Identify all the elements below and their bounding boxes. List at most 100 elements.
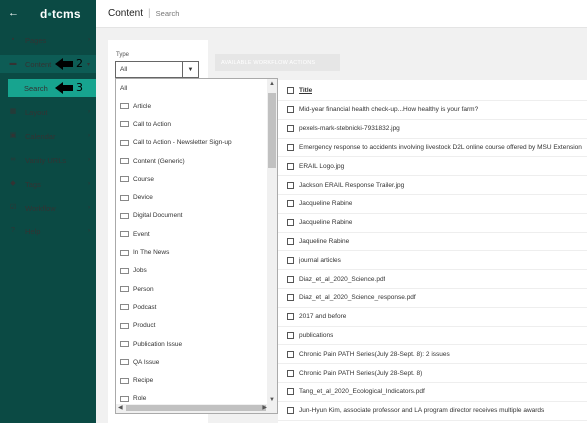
dropdown-option-label: Course <box>133 175 154 183</box>
row-checkbox[interactable] <box>287 294 294 302</box>
dropdown-option[interactable]: QA Issue <box>116 353 277 371</box>
dropdown-option[interactable]: Call to Action - Newsletter Sign-up <box>116 134 277 152</box>
dropdown-option[interactable]: Recipe <box>116 371 277 389</box>
row-checkbox[interactable] <box>287 275 294 283</box>
link-icon: ∞ <box>10 156 16 163</box>
row-checkbox[interactable] <box>287 256 294 264</box>
dropdown-option[interactable]: Person <box>116 280 277 298</box>
row-checkbox[interactable] <box>287 125 294 133</box>
row-checkbox[interactable] <box>287 313 294 321</box>
row-title[interactable]: Diaz_et_al_2020_Science_response.pdf <box>299 294 416 301</box>
table-row[interactable]: journal articles <box>278 251 587 271</box>
table-row[interactable]: Tang_et_al_2020_Ecological_Indicators.pd… <box>278 383 587 402</box>
table-row[interactable]: Mid-year financial health check-up...How… <box>278 101 587 120</box>
dropdown-option-label: Call to Action <box>133 120 171 128</box>
dropdown-horizontal-scrollbar[interactable]: ◀ ▶ <box>116 404 277 413</box>
dropdown-option-all[interactable]: All <box>116 79 277 97</box>
table-row[interactable]: publications <box>278 327 587 346</box>
type-dropdown-list: All Article Call to Action Call to Action … <box>115 78 278 414</box>
table-row[interactable]: Chronic Pain PATH Series(July 28-Sept. 8… <box>278 364 587 383</box>
row-title[interactable]: Emergency response to accidents involvin… <box>299 144 582 151</box>
scroll-down-icon[interactable]: ▼ <box>269 397 275 403</box>
workflow-actions-button[interactable]: AVAILABLE WORKFLOW ACTIONS <box>215 54 340 71</box>
breadcrumb[interactable]: Search <box>156 9 180 18</box>
select-all-checkbox[interactable] <box>287 87 294 95</box>
row-title[interactable]: 2017 and before <box>299 313 346 320</box>
content-type-icon <box>120 395 129 402</box>
scrollbar-thumb[interactable] <box>126 405 266 411</box>
scroll-right-icon[interactable]: ▶ <box>262 404 267 411</box>
dropdown-option[interactable]: Product <box>116 317 277 335</box>
row-title[interactable]: publications <box>299 332 333 339</box>
dropdown-option[interactable]: Podcast <box>116 298 277 316</box>
dropdown-option-label: Publication Issue <box>133 340 183 348</box>
table-row[interactable]: Jaqueline Rabine <box>278 233 587 252</box>
table-row[interactable]: Jun-Hyun Kim, associate professor and LA… <box>278 402 587 421</box>
table-row[interactable]: ERAIL Logo.jpg <box>278 157 587 177</box>
table-row[interactable]: Jacqueline Rabine <box>278 195 587 214</box>
scrollbar-thumb[interactable] <box>268 93 276 168</box>
table-row[interactable]: Jackson ERAIL Response Trailer.jpg <box>278 176 587 195</box>
sidebar-item-layout[interactable]: ▦ Layout › <box>0 103 96 121</box>
row-checkbox[interactable] <box>287 350 294 358</box>
table-row[interactable]: Emergency response to accidents involvin… <box>278 139 587 158</box>
row-checkbox[interactable] <box>287 407 294 415</box>
row-checkbox[interactable] <box>287 237 294 245</box>
table-row[interactable]: Diaz_et_al_2020_Science_response.pdf <box>278 289 587 308</box>
row-checkbox[interactable] <box>287 181 294 189</box>
sidebar-item-vanity-urls[interactable]: ∞ Vanity URLs › <box>0 151 96 169</box>
row-checkbox[interactable] <box>287 162 294 170</box>
dropdown-option[interactable]: Device <box>116 188 277 206</box>
dropdown-vertical-scrollbar[interactable]: ▲ ▼ <box>267 79 277 405</box>
content-type-icon <box>120 176 129 183</box>
row-title[interactable]: Jaqueline Rabine <box>299 238 349 245</box>
row-checkbox[interactable] <box>287 219 294 227</box>
row-title[interactable]: Diaz_et_al_2020_Science.pdf <box>299 276 385 283</box>
row-title[interactable]: Chronic Pain PATH Series(July 28-Sept. 8… <box>299 351 450 358</box>
row-title[interactable]: Jacqueline Rabine <box>299 200 352 207</box>
sidebar-item-calendar[interactable]: ▣ Calendar › <box>0 127 96 145</box>
row-title[interactable]: Chronic Pain PATH Series(July 28-Sept. 8… <box>299 370 422 377</box>
chevron-right-icon: › <box>88 181 90 187</box>
title-column-header[interactable]: Title <box>299 87 312 94</box>
dropdown-option[interactable]: Publication Issue <box>116 335 277 353</box>
sidebar-item-tags[interactable]: ◆ Tags › <box>0 175 96 193</box>
back-arrow-icon[interactable]: ← <box>8 7 20 19</box>
row-checkbox[interactable] <box>287 331 294 339</box>
type-select[interactable]: All ▼ <box>115 61 199 78</box>
row-checkbox[interactable] <box>287 143 294 151</box>
sidebar-item-pages[interactable]: ▪ Pages › <box>0 31 96 49</box>
row-checkbox[interactable] <box>287 200 294 208</box>
row-checkbox[interactable] <box>287 388 294 396</box>
dropdown-option[interactable]: In The News <box>116 243 277 261</box>
dropdown-option[interactable]: Course <box>116 170 277 188</box>
row-title[interactable]: Tang_et_al_2020_Ecological_Indicators.pd… <box>299 388 425 395</box>
row-title[interactable]: Jun-Hyun Kim, associate professor and LA… <box>299 407 544 414</box>
row-checkbox[interactable] <box>287 106 294 114</box>
row-checkbox[interactable] <box>287 369 294 377</box>
row-title[interactable]: ERAIL Logo.jpg <box>299 163 344 170</box>
scroll-left-icon[interactable]: ◀ <box>118 404 123 411</box>
dropdown-option[interactable]: Event <box>116 225 277 243</box>
row-title[interactable]: pexels-mark-stebnicki-7931832.jpg <box>299 125 400 132</box>
row-title[interactable]: journal articles <box>299 257 341 264</box>
row-title[interactable]: Mid-year financial health check-up...How… <box>299 106 478 113</box>
table-row[interactable]: Jacqueline Rabine <box>278 214 587 233</box>
sidebar-item-help[interactable]: ? Help › <box>0 222 96 240</box>
chevron-down-icon[interactable]: ▼ <box>182 62 198 77</box>
scroll-up-icon[interactable]: ▲ <box>269 81 275 87</box>
table-row[interactable]: Chronic Pain PATH Series(July 28-Sept. 8… <box>278 345 587 365</box>
dropdown-option[interactable]: Article <box>116 97 277 115</box>
table-row[interactable]: Diaz_et_al_2020_Science.pdf <box>278 270 587 289</box>
dropdown-option[interactable]: Digital Document <box>116 207 277 225</box>
table-row[interactable]: 2017 and before <box>278 308 587 327</box>
row-title[interactable]: Jackson ERAIL Response Trailer.jpg <box>299 182 404 189</box>
dropdown-option-label: Digital Document <box>133 212 183 220</box>
dropdown-option[interactable]: Jobs <box>116 262 277 280</box>
row-title[interactable]: Jacqueline Rabine <box>299 219 352 226</box>
dropdown-option[interactable]: Content (Generic) <box>116 152 277 170</box>
chevron-right-icon: › <box>88 37 90 43</box>
sidebar-item-workflow[interactable]: ☑ Workflow › <box>0 199 96 217</box>
table-row[interactable]: pexels-mark-stebnicki-7931832.jpg <box>278 120 587 139</box>
dropdown-option[interactable]: Call to Action <box>116 115 277 133</box>
